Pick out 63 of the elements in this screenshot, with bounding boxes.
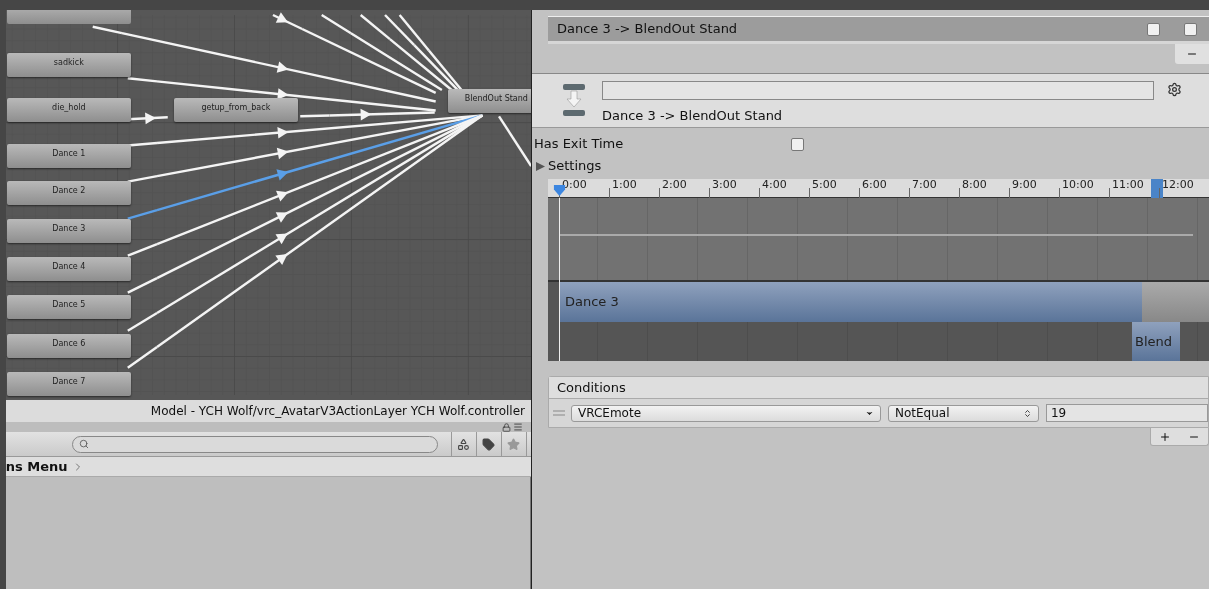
state-node[interactable]: getup_from_back [173,98,298,122]
source-clip-bar[interactable]: Dance 3 [560,282,1142,322]
parameter-dropdown[interactable]: VRCEmote [571,404,881,422]
state-node[interactable]: Dance 2 [6,181,131,205]
transition-line[interactable] [497,115,531,167]
time-tick-label: 11:00 [1112,179,1144,190]
transition-arrow[interactable] [127,114,483,183]
transition-arrow[interactable] [272,12,437,95]
conditions-header: Conditions [557,378,626,397]
breadcrumb[interactable]: ns Menu [5,456,68,477]
solo-checkbox[interactable] [1147,22,1160,36]
transition-icon [563,84,585,116]
has-exit-time-checkbox[interactable] [791,137,804,151]
settings-foldout[interactable]: Settings [548,156,602,176]
state-node[interactable]: Dance 7 [6,372,131,396]
settings-icon[interactable] [1167,82,1182,97]
star-icon [507,437,521,451]
drag-handle-icon[interactable] [553,410,565,416]
tag-icon [482,437,496,451]
transition-title: Dance 3 -> BlendOut Stand [602,107,784,125]
state-node[interactable]: BlendOut Stand [447,89,531,113]
state-node[interactable]: die_hold [6,98,131,122]
time-tick-label: 2:00 [662,179,687,190]
has-exit-time-label: Has Exit Time [534,135,625,154]
plus-icon [1159,430,1172,443]
time-tick-label: 7:00 [912,179,937,190]
foldout-arrow-icon[interactable] [536,161,545,171]
lock-icon[interactable] [502,422,511,432]
search-field[interactable] [71,435,438,453]
time-tick-label: 9:00 [1012,179,1037,190]
mute-checkbox[interactable] [1184,22,1197,36]
remove-button[interactable] [1175,44,1209,64]
shapes-icon [457,437,471,451]
destination-clip-bar[interactable]: Blend [1132,322,1180,361]
state-node[interactable]: sadkick [6,53,131,77]
time-tick-label: 5:00 [812,179,837,190]
transition-arrow[interactable] [127,77,436,112]
name-field[interactable] [602,81,1154,100]
time-tick-label: 12:00 [1162,179,1194,190]
time-tick-label: 4:00 [762,179,787,190]
transition-arrow[interactable] [127,114,483,294]
transition-arrow[interactable] [359,14,453,91]
controller-path: Model - YCH Wolf/vrc_AvatarV3ActionLayer YCH Wolf.controller [150,403,525,420]
state-node[interactable]: Dance 3 [6,219,131,243]
value-field[interactable]: 19 [1046,404,1208,422]
transition-range-marker[interactable] [1151,179,1163,198]
time-tick-label: 1:00 [612,179,637,190]
mode-dropdown[interactable]: NotEqual [888,404,1039,422]
state-node[interactable]: Dance 1 [6,144,131,168]
time-tick-label: 3:00 [712,179,737,190]
time-tick-label: 6:00 [862,179,887,190]
state-node[interactable]: Dance 4 [6,257,131,281]
transition-arrow[interactable] [92,25,436,103]
transition-arrow[interactable] [320,13,443,92]
transition-arrow[interactable] [300,108,435,121]
time-tick-label: 10:00 [1062,179,1094,190]
time-tick-label: 8:00 [962,179,987,190]
search-icon [78,439,89,449]
up-down-caret-icon [1023,408,1032,418]
state-node[interactable]: Dance 5 [6,295,131,319]
next-clip-bar [1142,282,1209,322]
state-node[interactable]: Dance 6 [6,334,131,358]
state-node[interactable] [6,10,131,24]
